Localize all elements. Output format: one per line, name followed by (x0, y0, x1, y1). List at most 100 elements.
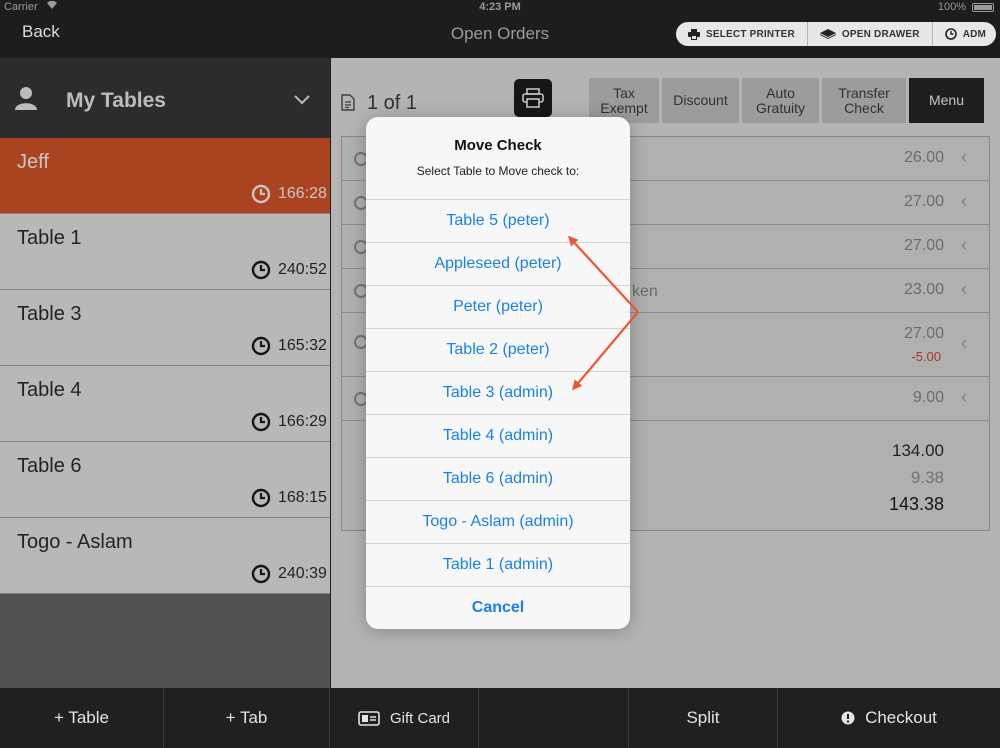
clock-icon (251, 488, 271, 508)
clock-icon (944, 28, 957, 40)
status-bar: Carrier 4:23 PM 100% (0, 0, 1000, 14)
total-value: 143.38 (888, 494, 944, 514)
tables-panel: My Tables Jeff 166:28 Table 1 240:52 Tab… (0, 58, 330, 688)
timer-value: 165:32 (278, 337, 327, 354)
table-option[interactable]: Table 5 (peter) (366, 199, 630, 242)
user-icon (14, 86, 38, 115)
split-button[interactable]: Split (629, 688, 778, 748)
table-option[interactable]: Table 3 (admin) (366, 371, 630, 414)
clock-icon (251, 336, 271, 356)
add-table-button[interactable]: + Table (0, 688, 164, 748)
tables-title: My Tables (66, 89, 166, 112)
chevron-left-icon[interactable]: ‹ (961, 279, 967, 300)
table-timer: 166:28 (251, 184, 327, 204)
clock-icon (251, 184, 271, 204)
timer-value: 240:52 (278, 261, 327, 278)
checkout-button[interactable]: Checkout (778, 688, 1000, 748)
table-name: Table 4 (17, 379, 82, 401)
item-price: 27.00 (903, 325, 944, 342)
clock-icon (251, 412, 271, 432)
item-price: 23.00 (903, 281, 944, 298)
chevron-left-icon[interactable]: ‹ (961, 147, 967, 168)
chevron-left-icon[interactable]: ‹ (961, 235, 967, 256)
top-navigation-bar: Carrier 4:23 PM 100% Back Open Orders SE… (0, 0, 1000, 58)
dialog-subtitle: Select Table to Move check to: (416, 164, 580, 178)
table-row[interactable]: Jeff 166:28 (0, 138, 330, 214)
checkout-label: Checkout (865, 708, 937, 727)
item-name: ken (632, 283, 658, 300)
gift-card-label: Gift Card (389, 709, 450, 727)
chevron-left-icon[interactable]: ‹ (961, 387, 967, 408)
item-discount: -5.00 (911, 349, 941, 364)
open-drawer-label: OPEN DRAWER (841, 28, 920, 40)
table-row[interactable]: Table 6 168:15 (0, 442, 330, 518)
gift-card-icon (358, 710, 380, 726)
timer-value: 166:29 (278, 413, 327, 430)
item-price: 27.00 (903, 193, 944, 210)
table-option[interactable]: Togo - Aslam (admin) (366, 500, 630, 543)
clock-icon (251, 260, 271, 280)
chevron-left-icon[interactable]: ‹ (961, 333, 967, 354)
empty-slot (479, 688, 629, 748)
table-row[interactable]: Table 1 240:52 (0, 214, 330, 290)
cancel-button[interactable]: Cancel (366, 586, 630, 629)
dialog-title: Move Check (454, 137, 542, 154)
table-option[interactable]: Peter (peter) (366, 285, 630, 328)
printer-icon (688, 28, 700, 40)
table-timer: 240:52 (251, 260, 327, 280)
table-name: Togo - Aslam (17, 531, 133, 553)
table-name: Table 1 (17, 227, 82, 249)
timer-value: 168:15 (278, 489, 327, 506)
chevron-down-icon[interactable] (294, 92, 310, 110)
select-printer-label: SELECT PRINTER (706, 28, 795, 40)
discount-button[interactable]: Discount (662, 78, 739, 123)
table-option[interactable]: Table 1 (admin) (366, 543, 630, 586)
header-actions: SELECT PRINTER OPEN DRAWER ADM (676, 22, 997, 46)
table-timer: 165:32 (251, 336, 327, 356)
table-option[interactable]: Table 4 (admin) (366, 414, 630, 457)
table-row[interactable]: Togo - Aslam 240:39 (0, 518, 330, 594)
gift-card-button[interactable]: Gift Card (330, 688, 479, 748)
table-name: Table 3 (17, 303, 82, 325)
add-tab-button[interactable]: + Tab (164, 688, 330, 748)
user-button[interactable]: ADM (933, 22, 996, 46)
item-price: 9.00 (912, 389, 944, 406)
drawer-icon (819, 29, 836, 39)
tables-list: Jeff 166:28 Table 1 240:52 Table 3 165:3… (0, 138, 330, 594)
table-option[interactable]: Table 6 (admin) (366, 457, 630, 500)
table-option[interactable]: Appleseed (peter) (366, 242, 630, 285)
clock-time: 4:23 PM (479, 1, 521, 13)
check-actions: Tax Exempt Discount Auto Gratuity Transf… (589, 78, 984, 123)
timer-value: 166:28 (278, 185, 327, 202)
page-indicator: 1 of 1 (367, 92, 418, 114)
item-price: 26.00 (903, 149, 944, 166)
table-timer: 168:15 (251, 488, 327, 508)
back-button[interactable]: Back (22, 22, 60, 42)
table-option[interactable]: Table 2 (peter) (366, 328, 630, 371)
table-row[interactable]: Table 4 166:29 (0, 366, 330, 442)
info-icon (841, 711, 855, 725)
item-price: 27.00 (903, 237, 944, 254)
check-totals: 134.00 9.38 143.38 (889, 437, 944, 518)
user-label: ADM (962, 28, 987, 40)
menu-button[interactable]: Menu (909, 78, 984, 123)
auto-gratuity-button[interactable]: Auto Gratuity (742, 78, 819, 123)
document-icon (341, 94, 355, 116)
printer-icon (522, 88, 544, 108)
table-row[interactable]: Table 3 165:32 (0, 290, 330, 366)
clock-icon (251, 564, 271, 584)
table-name: Jeff (17, 151, 49, 173)
table-name: Table 6 (17, 455, 82, 477)
transfer-check-button[interactable]: Transfer Check (822, 78, 906, 123)
battery-percent: 100% (937, 1, 966, 13)
move-check-dialog: Move Check Select Table to Move check to… (366, 117, 630, 629)
table-timer: 240:39 (251, 564, 327, 584)
print-check-button[interactable] (514, 79, 552, 117)
chevron-left-icon[interactable]: ‹ (961, 191, 967, 212)
table-options: Table 5 (peter) Appleseed (peter) Peter … (366, 199, 630, 629)
tables-header[interactable]: My Tables (0, 58, 330, 138)
open-drawer-button[interactable]: OPEN DRAWER (808, 22, 933, 46)
timer-value: 240:39 (278, 565, 327, 582)
select-printer-button[interactable]: SELECT PRINTER (676, 22, 808, 46)
subtotal-value: 134.00 (892, 441, 944, 460)
